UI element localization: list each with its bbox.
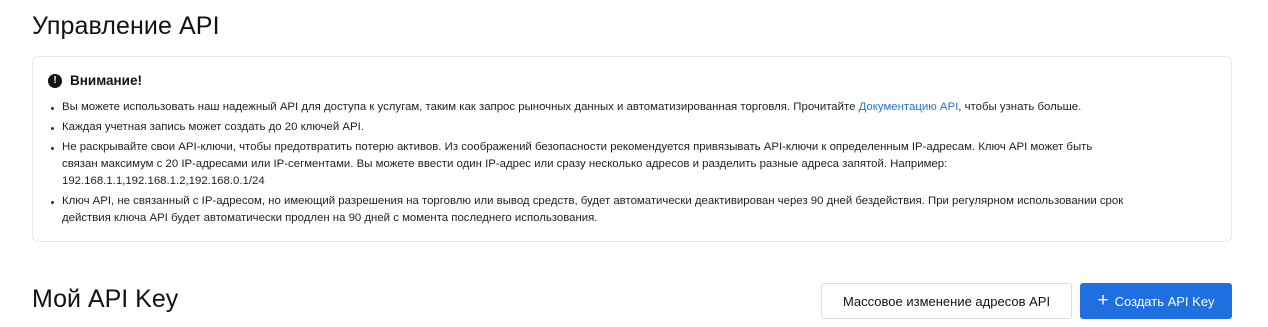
- create-api-key-button[interactable]: + Создать API Key: [1080, 283, 1232, 319]
- notice-item: Вы можете использовать наш надежный API …: [50, 99, 1210, 116]
- bulk-edit-ip-button[interactable]: Массовое изменение адресов API: [821, 283, 1072, 319]
- notice-item-text: , чтобы узнать больше.: [958, 101, 1082, 113]
- notice-item-text: Ключ API, не связанный с IP-адресом, но …: [62, 195, 1124, 207]
- api-docs-link[interactable]: Документацию API: [859, 101, 959, 113]
- notice-header: ! Внимание!: [48, 73, 142, 88]
- notice-item: Каждая учетная запись может создать до 2…: [50, 119, 1210, 136]
- notice-item-text: Не раскрывайте свои API-ключи, чтобы пре…: [62, 141, 1093, 153]
- notice-item-text: Каждая учетная запись может создать до 2…: [62, 121, 364, 133]
- notice-item-text: действия ключа API будет автоматически п…: [62, 212, 598, 224]
- create-api-key-label: Создать API Key: [1114, 293, 1215, 309]
- notice-item: Не раскрывайте свои API-ключи, чтобы пре…: [50, 139, 1210, 190]
- notice-item-text: 192.168.1.1,192.168.1.2,192.168.0.1/24: [62, 175, 265, 187]
- notice-title: Внимание!: [70, 73, 142, 88]
- notice-list: Вы можете использовать наш надежный API …: [50, 99, 1210, 230]
- notice-item-text: Вы можете использовать наш надежный API …: [62, 101, 859, 113]
- section-title: Мой API Key: [32, 285, 179, 313]
- exclamation-circle-icon: !: [48, 73, 62, 88]
- page-title: Управление API: [32, 12, 220, 40]
- plus-icon: +: [1097, 289, 1109, 311]
- warning-notice: ! Внимание! Вы можете использовать наш н…: [32, 56, 1232, 242]
- bulk-edit-ip-label: Массовое изменение адресов API: [842, 293, 1051, 309]
- notice-item-text: связан максимум с 20 IP-адресами или IP-…: [62, 158, 948, 170]
- notice-item: Ключ API, не связанный с IP-адресом, но …: [50, 193, 1210, 227]
